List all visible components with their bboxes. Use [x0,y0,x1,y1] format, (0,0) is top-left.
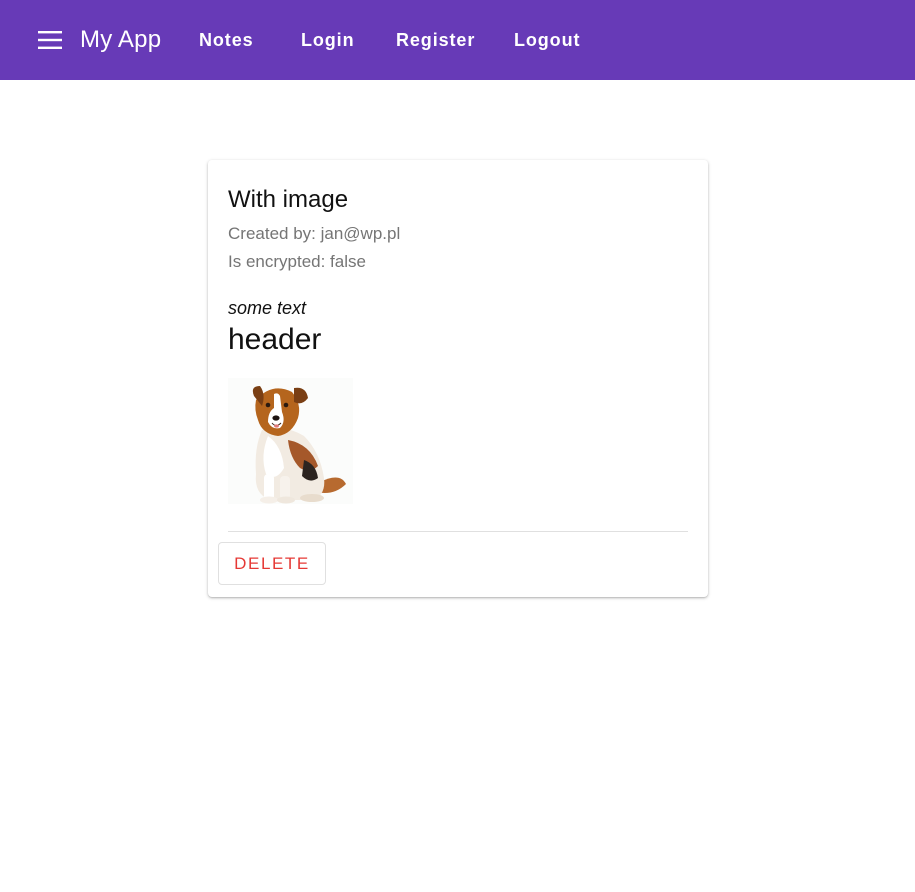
app-title: My App [80,26,162,53]
hamburger-menu-icon[interactable] [34,24,66,56]
nav-link-logout[interactable]: Logout [514,24,580,56]
note-content-header: header [228,323,322,356]
nav-link-register[interactable]: Register [396,24,475,56]
note-created-by: Created by: jan@wp.pl [228,224,401,243]
delete-button[interactable]: DELETE [218,542,326,585]
nav-link-login[interactable]: Login [301,24,354,56]
app-bar: My App Notes Login Register Logout [0,0,915,80]
card-divider [228,531,688,532]
dog-photo [228,378,353,504]
nav-link-notes[interactable]: Notes [199,24,254,56]
note-encryption-status: Is encrypted: false [228,252,366,271]
note-card: With image Created by: jan@wp.pl Is encr… [208,160,708,597]
note-content-italic-text: some text [228,298,307,318]
note-title: With image [228,186,349,213]
